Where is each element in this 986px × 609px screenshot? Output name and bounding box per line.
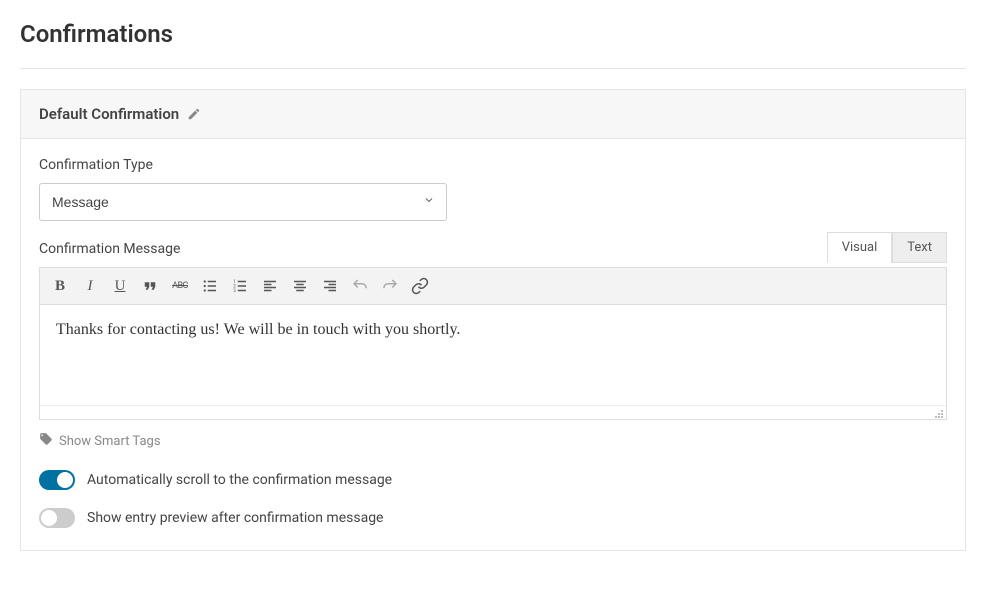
entry-preview-label: Show entry preview after confirmation me… xyxy=(87,510,383,526)
confirmation-panel: Default Confirmation Confirmation Type M… xyxy=(20,89,966,551)
redo-button[interactable] xyxy=(376,272,404,300)
toggle-row-entry-preview: Show entry preview after confirmation me… xyxy=(39,508,947,528)
confirmation-type-label: Confirmation Type xyxy=(39,157,947,173)
undo-button[interactable] xyxy=(346,272,374,300)
smart-tags-label: Show Smart Tags xyxy=(59,434,161,449)
bold-button[interactable]: B xyxy=(46,272,74,300)
auto-scroll-label: Automatically scroll to the confirmation… xyxy=(87,472,392,488)
numbered-list-button[interactable]: 123 xyxy=(226,272,254,300)
align-center-button[interactable] xyxy=(286,272,314,300)
italic-button[interactable]: I xyxy=(76,272,104,300)
confirmation-type-select-wrap: Message xyxy=(39,183,447,221)
underline-button[interactable]: U xyxy=(106,272,134,300)
page-title: Confirmations xyxy=(20,20,966,69)
editor-wrap: Visual Text B I U ABC 123 xyxy=(39,267,947,420)
align-left-button[interactable] xyxy=(256,272,284,300)
svg-text:3: 3 xyxy=(233,288,236,294)
link-button[interactable] xyxy=(406,272,434,300)
resize-grip-icon[interactable] xyxy=(934,407,944,417)
editor-statusbar xyxy=(40,405,946,419)
tab-visual[interactable]: Visual xyxy=(827,232,893,263)
blockquote-button[interactable] xyxy=(136,272,164,300)
tag-icon xyxy=(39,432,53,450)
toggle-row-auto-scroll: Automatically scroll to the confirmation… xyxy=(39,470,947,490)
editor-toolbar: B I U ABC 123 xyxy=(40,268,946,305)
entry-preview-toggle[interactable] xyxy=(39,508,75,528)
align-right-button[interactable] xyxy=(316,272,344,300)
panel-body: Confirmation Type Message Confirmation M… xyxy=(21,139,965,550)
editor-container: B I U ABC 123 xyxy=(39,267,947,420)
tab-text[interactable]: Text xyxy=(892,232,947,263)
confirmation-type-select[interactable]: Message xyxy=(39,183,447,221)
auto-scroll-toggle[interactable] xyxy=(39,470,75,490)
confirmation-message-label: Confirmation Message xyxy=(39,241,947,257)
message-editor[interactable]: Thanks for contacting us! We will be in … xyxy=(40,305,946,405)
panel-header: Default Confirmation xyxy=(21,90,965,139)
strikethrough-button[interactable]: ABC xyxy=(166,272,194,300)
pencil-icon[interactable] xyxy=(187,107,201,121)
bullet-list-button[interactable] xyxy=(196,272,224,300)
show-smart-tags[interactable]: Show Smart Tags xyxy=(39,432,947,450)
panel-header-title: Default Confirmation xyxy=(39,105,179,123)
editor-tabs: Visual Text xyxy=(827,232,947,263)
